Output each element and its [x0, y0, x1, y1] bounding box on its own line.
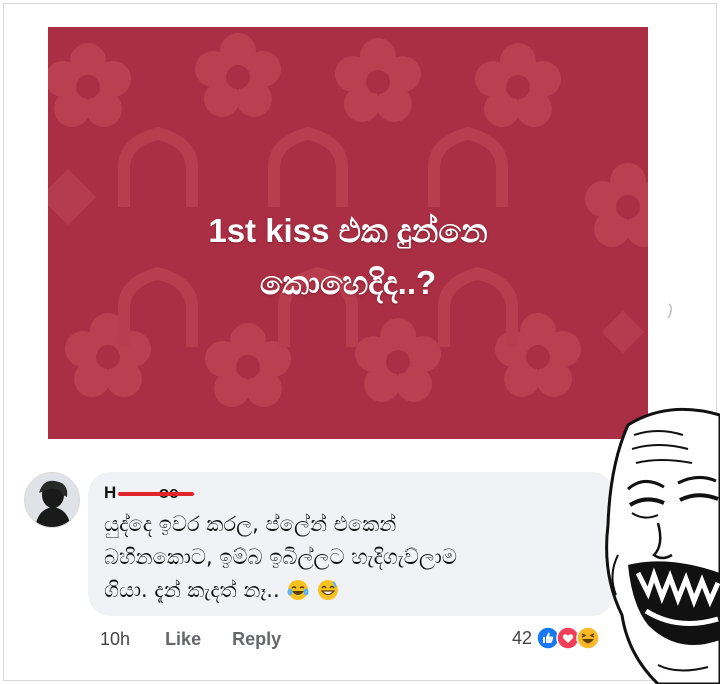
commenter-avatar[interactable] — [24, 472, 80, 528]
comment-author[interactable]: H oe — [104, 482, 194, 504]
comment-line-2: බහිනකොට, ඉම්බ ඉබිල්ලට හැදිගැව්ලාම — [104, 545, 457, 569]
comment-line-3: ගියා. දැන් කැදත් නෑ.. — [104, 574, 600, 607]
avatar-silhouette-icon — [25, 473, 79, 527]
laughing-meme-face-image — [605, 407, 720, 684]
post-image[interactable]: 1st kiss එක දුන්නෙ කොහෙදිද..? — [48, 27, 648, 439]
post-caption: 1st kiss එක දුන්නෙ කොහෙදිද..? — [48, 205, 648, 309]
comment-text: යුද්දෙ ඉවර කරල, ප්ලේන් එකෙන් බහිනකොට, ඉම… — [104, 508, 600, 607]
grinning-sweat-emoji-icon — [318, 580, 339, 600]
image-speck — [667, 303, 672, 319]
comment-line-1: යුද්දෙ ඉවර කරල, ප්ලේන් එකෙන් — [104, 512, 397, 536]
comment-timestamp[interactable]: 10h — [100, 629, 130, 649]
comment-bubble: H oe යුද්දෙ ඉවර කරල, ප්ලේන් එකෙන් බහිනකො… — [88, 472, 614, 616]
like-button[interactable]: Like — [165, 629, 201, 649]
comment-line-3-text: ගියා. දැන් කැදත් නෑ.. — [104, 578, 280, 602]
author-redaction-mark — [118, 492, 194, 496]
reaction-count: 42 — [512, 627, 533, 648]
comment-actions: 10h Like Reply — [100, 626, 307, 652]
reply-button[interactable]: Reply — [232, 629, 281, 649]
tears-of-joy-emoji-icon — [287, 580, 309, 600]
caption-line-2: කොහෙදිද..? — [259, 264, 437, 301]
reaction-summary[interactable]: 42 — [512, 624, 600, 652]
caption-line-1: 1st kiss එක දුන්නෙ — [208, 212, 488, 249]
